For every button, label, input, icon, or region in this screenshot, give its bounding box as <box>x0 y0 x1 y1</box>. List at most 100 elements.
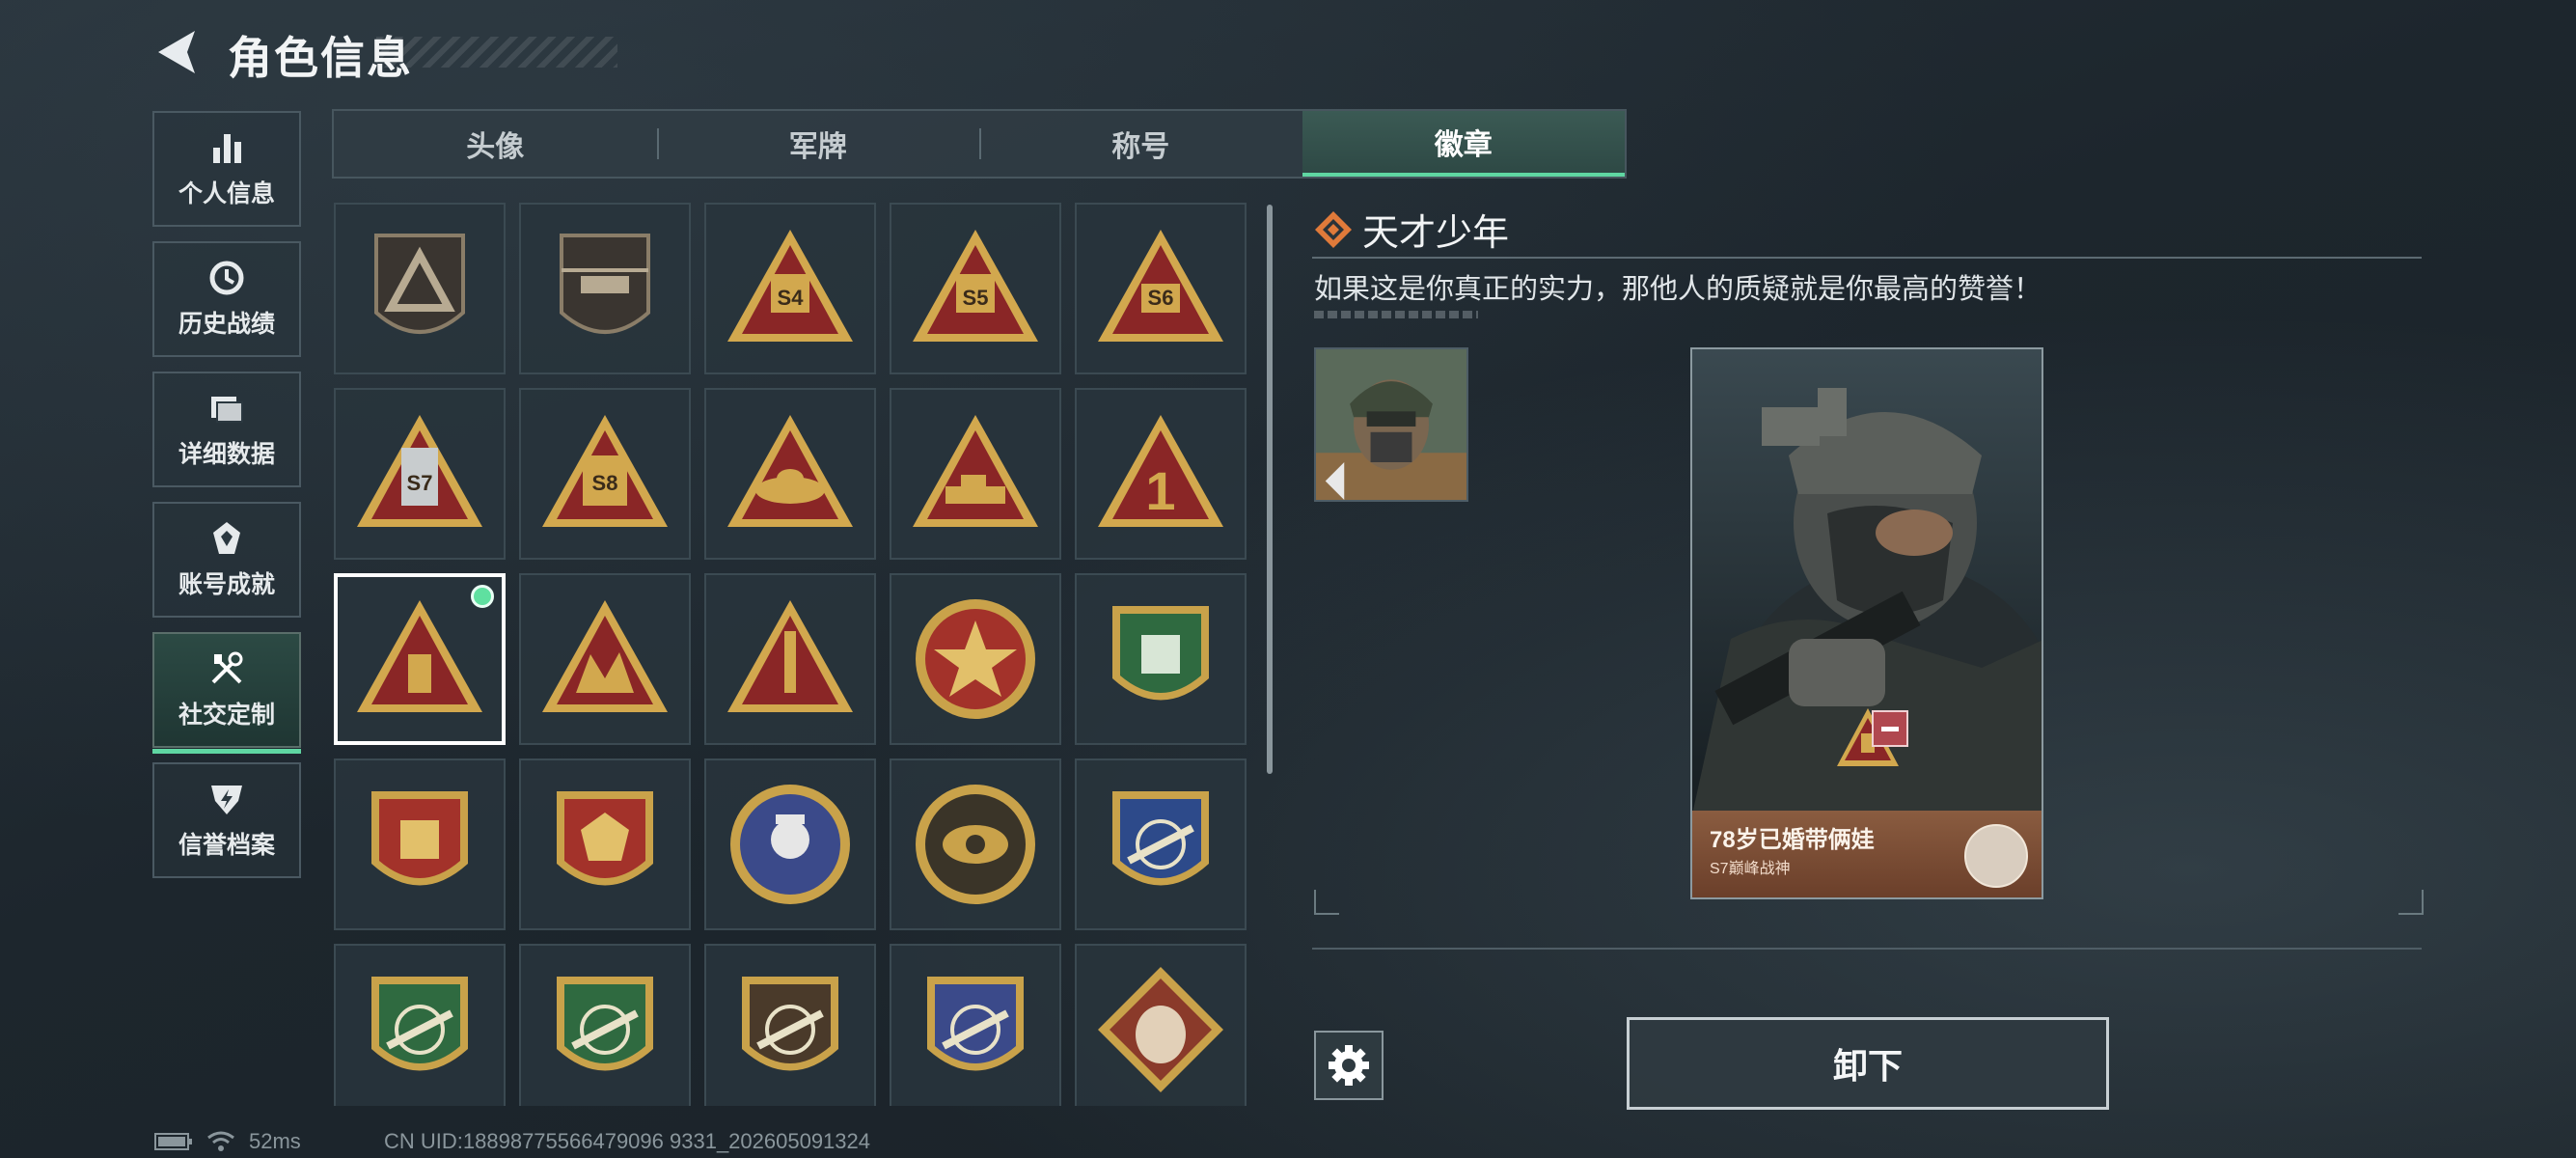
s8-badge-icon: S8 <box>542 415 668 527</box>
nav-item-detailed-data[interactable]: 详细数据 <box>152 372 301 487</box>
badge-cell[interactable] <box>519 203 691 374</box>
nav-label: 个人信息 <box>178 180 275 207</box>
tools-icon <box>211 651 243 684</box>
nav-label: 信誉档案 <box>178 832 275 859</box>
tab-dog-tag[interactable]: 军牌 <box>656 111 980 177</box>
card-player-name: 78岁已婚带俩娃 <box>1710 827 1875 853</box>
grid-scrollbar[interactable] <box>1267 205 1273 774</box>
equipped-indicator <box>471 585 494 608</box>
nav-item-personal-info[interactable]: 个人信息 <box>152 111 301 227</box>
badge-cell[interactable] <box>704 388 876 560</box>
decorative-rule <box>1314 311 1478 318</box>
svg-text:1: 1 <box>1145 460 1175 521</box>
badge-cell[interactable] <box>890 573 1061 745</box>
frame-corner <box>2398 890 2424 915</box>
tab-title[interactable]: 称号 <box>979 111 1302 177</box>
player-avatar[interactable] <box>1314 347 1468 502</box>
rank-emblem-icon <box>1964 824 2028 888</box>
badge-cell[interactable]: S7 <box>334 388 506 560</box>
wifi-icon <box>207 1131 234 1151</box>
skull-star-badge-icon <box>916 599 1035 719</box>
nav-label: 详细数据 <box>178 441 275 468</box>
badge-name: 天才少年 <box>1362 213 1510 254</box>
rifle-crosshair-brown-badge-icon <box>742 977 838 1071</box>
red-laurel-badge-icon <box>557 791 653 886</box>
gear-icon <box>1329 1045 1369 1086</box>
player-card: 78岁已婚带俩娃 S7巅峰战神 <box>1690 347 2043 899</box>
badge-cell[interactable]: 1 <box>1075 388 1247 560</box>
badge-cell[interactable]: S6 <box>1075 203 1247 374</box>
wolf-badge-icon <box>1098 967 1223 1092</box>
s6-badge-icon: S6 <box>1098 230 1223 342</box>
triangle-emblem-badge-icon <box>374 234 465 334</box>
badge-cell[interactable] <box>334 944 506 1106</box>
badge-cell[interactable] <box>704 573 876 745</box>
rifle-crosshair-green-2-badge-icon <box>557 977 653 1071</box>
genius-youth-badge-icon <box>357 600 482 712</box>
tab-bar: 头像 军牌 称号 徽章 <box>332 109 1627 179</box>
rifle-crosshair-green-badge-icon <box>371 977 468 1071</box>
ghost-agent-badge-icon <box>730 785 850 904</box>
gold-laurel-badge-icon <box>371 791 468 886</box>
unequip-button[interactable]: 卸下 <box>1627 1017 2109 1110</box>
card-footer: 78岁已婚带俩娃 S7巅峰战神 <box>1692 811 2042 897</box>
green-shield-badge-icon <box>1112 606 1209 701</box>
svg-text:S4: S4 <box>778 286 805 310</box>
badge-cell[interactable] <box>334 573 506 745</box>
badge-cell[interactable] <box>1075 758 1247 930</box>
s7-badge-icon: S7 <box>357 415 482 527</box>
badge-cell[interactable] <box>519 573 691 745</box>
badge-cell[interactable] <box>704 758 876 930</box>
badge-cell[interactable] <box>890 388 1061 560</box>
history-clock-icon <box>209 261 244 295</box>
bar-chart-icon <box>213 134 241 163</box>
divider <box>1312 948 2422 950</box>
badge-cell[interactable] <box>704 944 876 1106</box>
remove-badge-button[interactable] <box>1872 710 1908 747</box>
divider <box>1312 257 2422 259</box>
credit-shield-icon <box>211 786 242 814</box>
nav-item-credit-record[interactable]: 信誉档案 <box>152 762 301 878</box>
ping-value: 52ms <box>249 1129 301 1153</box>
rocket-badge-icon <box>727 600 853 712</box>
badge-diamond-icon <box>1315 211 1352 248</box>
uid-text: CN UID:18898775566479096 9331_2026050913… <box>384 1129 871 1153</box>
tank-badge-icon <box>913 415 1038 527</box>
badge-cell[interactable] <box>519 944 691 1106</box>
rifle-crosshair-gold-badge-icon <box>927 977 1024 1071</box>
back-arrow-icon[interactable] <box>152 27 201 77</box>
s5-badge-icon: S5 <box>913 230 1038 342</box>
nav-item-achievements[interactable]: 账号成就 <box>152 502 301 618</box>
card-rank-title: S7巅峰战神 <box>1710 861 1791 877</box>
bird-nest-badge-icon <box>727 415 853 527</box>
nav-label: 历史战绩 <box>178 311 275 338</box>
nav-label: 账号成就 <box>178 571 275 598</box>
svg-text:S5: S5 <box>963 286 989 310</box>
s4-badge-icon: S4 <box>727 230 853 342</box>
tab-avatar[interactable]: 头像 <box>334 111 657 177</box>
tab-badge[interactable]: 徽章 <box>1302 111 1625 177</box>
achievement-icon <box>213 522 240 554</box>
settings-button[interactable] <box>1314 1031 1384 1100</box>
badge-cell[interactable]: S4 <box>704 203 876 374</box>
badge-cell[interactable] <box>890 944 1061 1106</box>
badge-cell[interactable] <box>519 758 691 930</box>
nav-item-social-custom[interactable]: 社交定制 <box>152 632 301 754</box>
helicopter-badge-icon <box>560 234 650 334</box>
badge-cell[interactable] <box>890 758 1061 930</box>
raven-eye-badge-icon <box>916 785 1035 904</box>
title-decoration <box>376 37 617 68</box>
badge-cell[interactable] <box>1075 944 1247 1106</box>
soldiers-badge-icon <box>542 600 668 712</box>
badge-cell[interactable] <box>334 203 506 374</box>
badge-grid: S4 S5 S6 S7 S8 1 <box>334 203 1250 1106</box>
badge-cell[interactable] <box>1075 573 1247 745</box>
frame-corner <box>1314 890 1339 915</box>
badge-cell[interactable]: S8 <box>519 388 691 560</box>
number-one-badge-icon: 1 <box>1098 415 1223 527</box>
badge-cell[interactable] <box>334 758 506 930</box>
nav-item-history[interactable]: 历史战绩 <box>152 241 301 357</box>
battery-icon <box>154 1133 192 1150</box>
badge-cell[interactable]: S5 <box>890 203 1061 374</box>
svg-text:S7: S7 <box>407 471 433 495</box>
